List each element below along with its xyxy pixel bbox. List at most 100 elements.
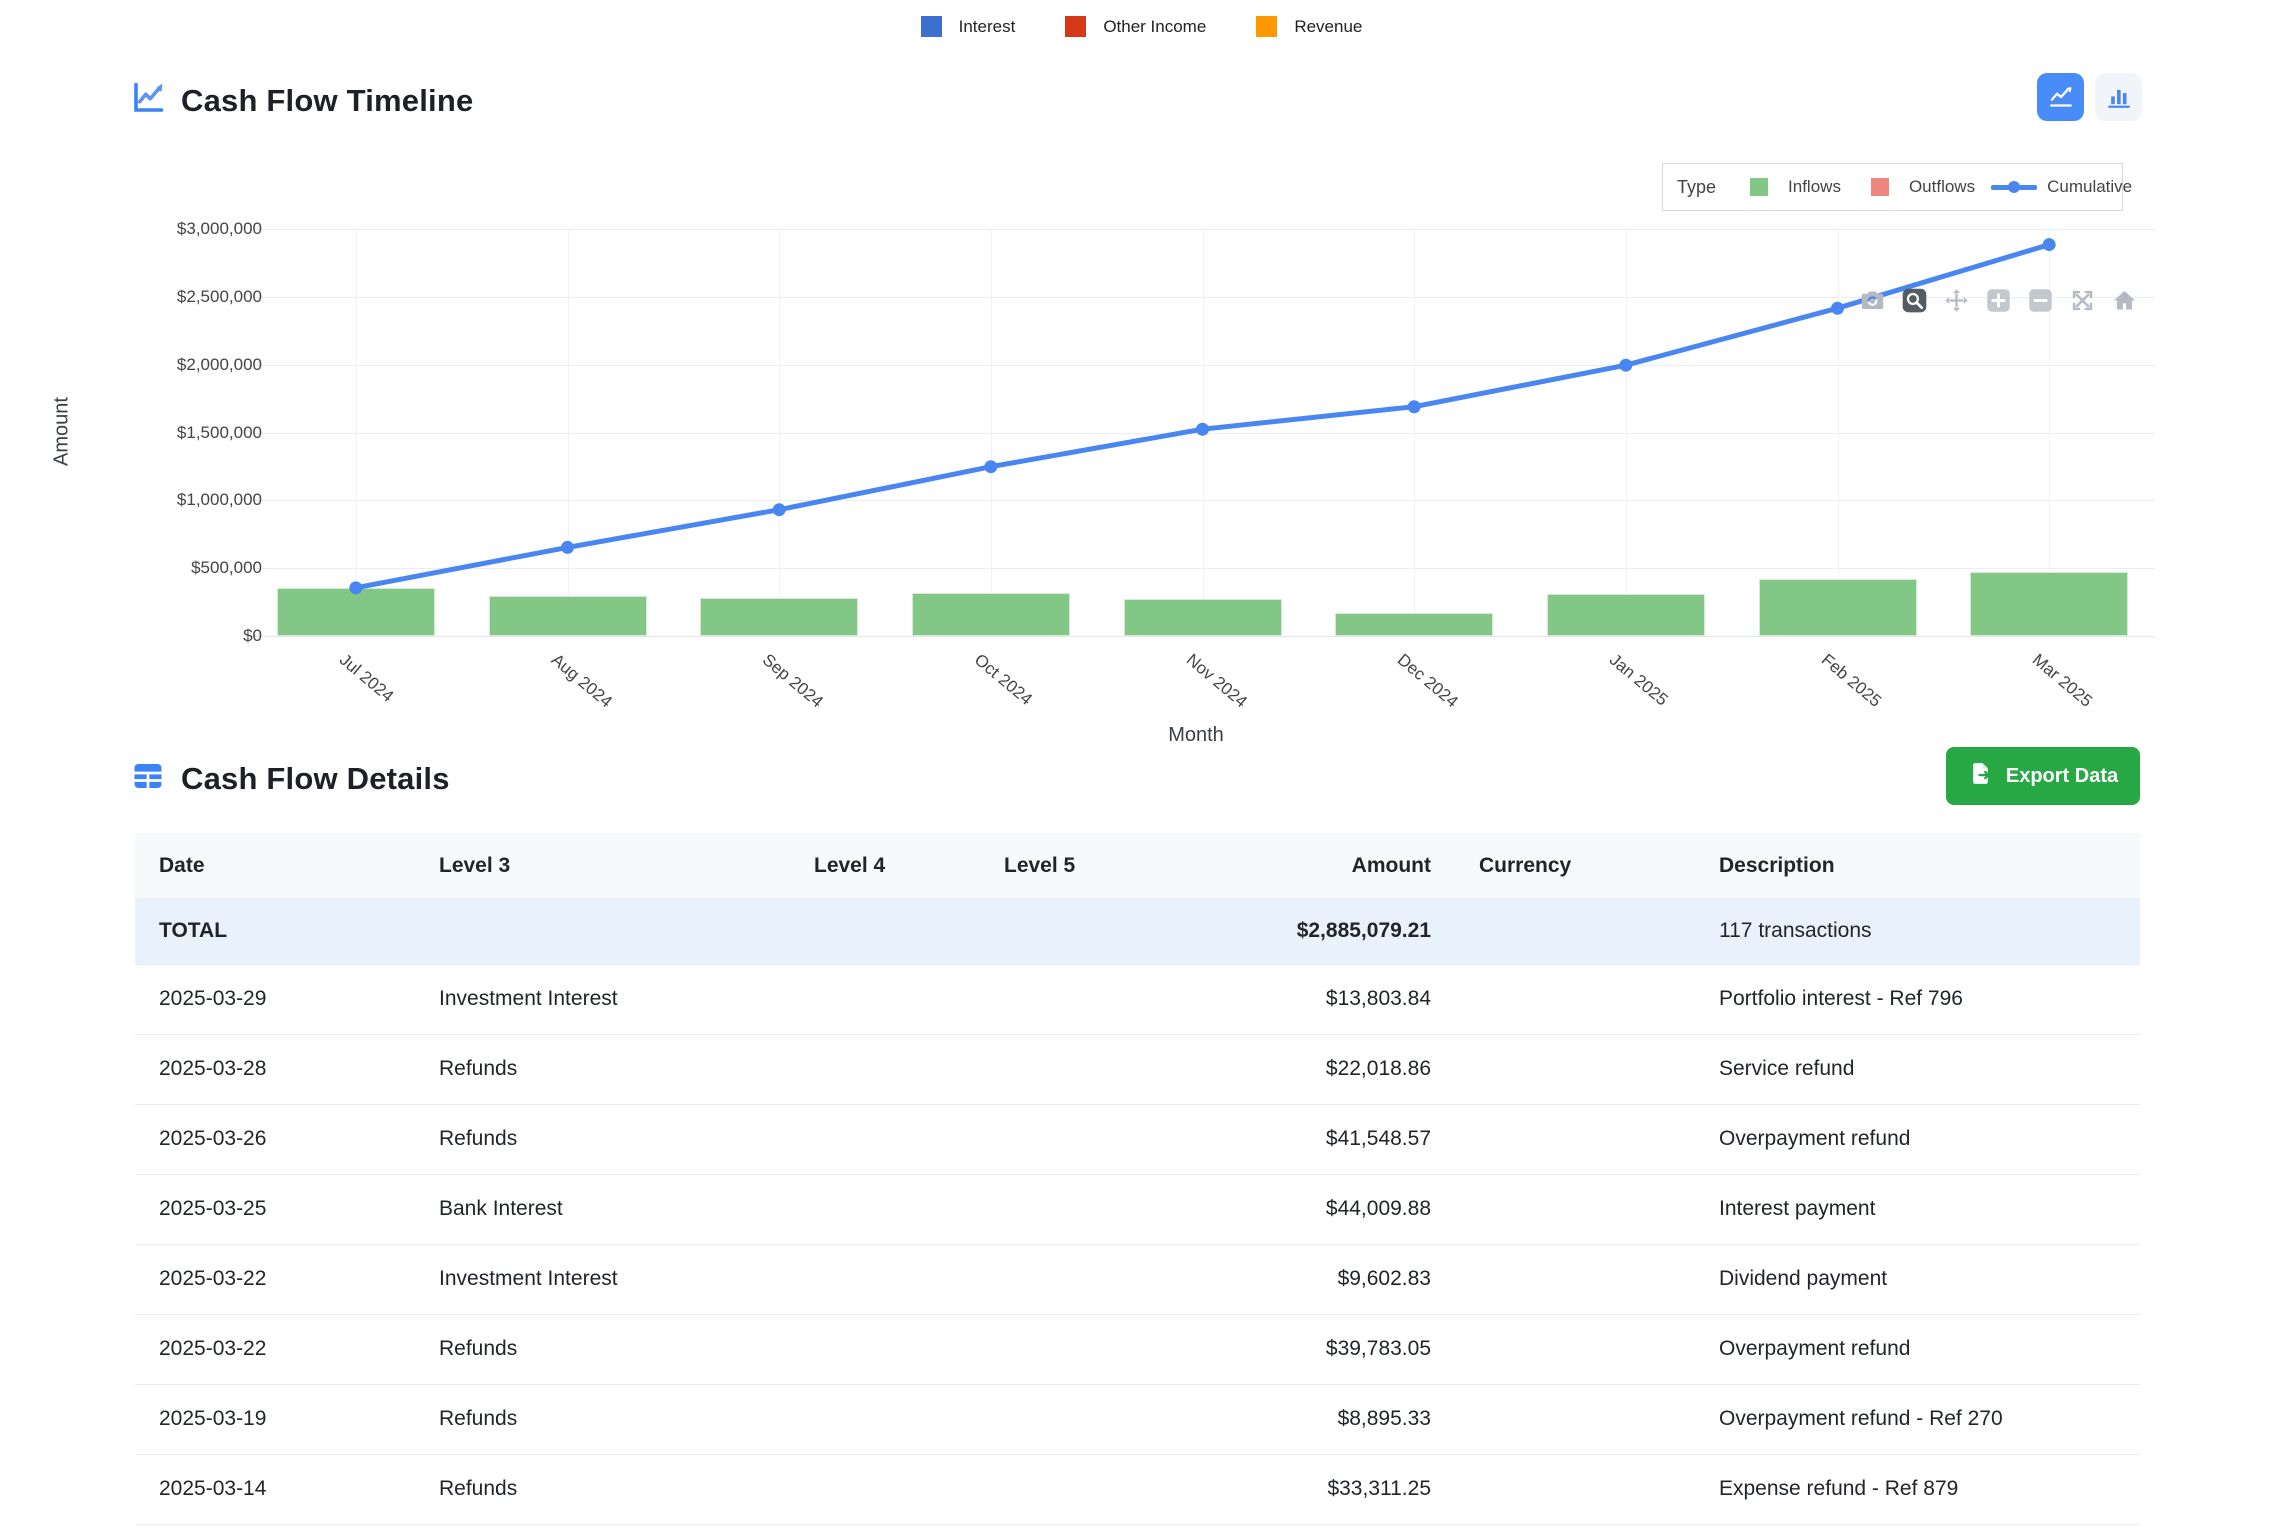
cell-level5 [980,1244,1196,1314]
v-gridline [568,229,569,636]
legend-item-outflows[interactable]: Outflows [1871,177,1975,197]
x-tick-label: Dec 2024 [1393,650,1462,712]
cell-amount: $44,009.88 [1196,1174,1455,1244]
legend-label: Other Income [1103,17,1206,37]
table-row: 2025-03-22Investment Interest$9,602.83Di… [135,1244,2140,1314]
export-button-label: Export Data [2006,765,2118,788]
cell-level3: Bank Interest [415,1174,790,1244]
v-gridline [1838,229,1839,636]
legend-item-cumulative[interactable]: Cumulative [1991,177,2132,197]
cell-description: Overpayment refund [1695,1314,2140,1384]
cell-level3: Refunds [415,1104,790,1174]
legend-item-interest: Interest [921,16,1016,37]
cash-flow-chart: Amount Month Type Inflows Outflows Cumul… [0,130,2283,755]
cell-currency [1455,1384,1695,1454]
legend-item-revenue: Revenue [1256,16,1362,37]
cell-level5 [980,1384,1196,1454]
legend-label: Outflows [1909,177,1975,197]
v-gridline [1203,229,1204,636]
inflows-swatch-icon [1750,178,1768,196]
cell-amount: $13,803.84 [1196,964,1455,1034]
x-tick-label: Feb 2025 [1817,650,1885,712]
pan-icon[interactable] [1942,286,1971,315]
reset-home-icon[interactable] [2110,286,2139,315]
bar-chart-toggle-button[interactable] [2095,73,2142,121]
chart-type-toggle-group [2037,73,2142,121]
table-row: 2025-03-22Refunds$39,783.05Overpayment r… [135,1314,2140,1384]
x-tick-label: Jul 2024 [335,650,397,707]
cell-amount: $8,895.33 [1196,1384,1455,1454]
col-header-level5: Level 5 [980,833,1196,898]
cell-description: Overpayment refund - Ref 270 [1695,1384,2140,1454]
table-header-row: Date Level 3 Level 4 Level 5 Amount Curr… [135,833,2140,898]
timeline-section-header: Cash Flow Timeline [130,80,473,121]
timeline-title: Cash Flow Timeline [181,83,473,119]
chart-modebar [1858,286,2139,315]
inflow-bar [1124,599,1282,636]
cumulative-line-icon [1991,185,2037,190]
zoom-box-icon[interactable] [1900,286,1929,315]
x-tick-label: Jan 2025 [1605,650,1671,710]
inflow-bar [1970,572,2128,636]
cell-level4 [790,1384,980,1454]
table-row: 2025-03-19Refunds$8,895.33Overpayment re… [135,1384,2140,1454]
legend-label: Interest [959,17,1016,37]
cell-description: Expense refund - Ref 879 [1695,1454,2140,1524]
chart-legend-box: Type Inflows Outflows Cumulative [1662,163,2123,211]
inflow-bar [1759,579,1917,636]
h-gridline [250,636,2155,637]
cell-level3: Refunds [415,1034,790,1104]
revenue-swatch-icon [1256,16,1277,37]
legend-label: Cumulative [2047,177,2132,197]
export-data-button[interactable]: Export Data [1946,747,2140,805]
table-total-row: TOTAL $2,885,079.21 117 transactions [135,898,2140,964]
cell-level4 [790,1314,980,1384]
cell-level3: Refunds [415,1314,790,1384]
autoscale-icon[interactable] [2068,286,2097,315]
zoom-out-icon[interactable] [2026,286,2055,315]
cash-flow-details-table: Date Level 3 Level 4 Level 5 Amount Curr… [135,833,2140,1525]
cell-description: Overpayment refund [1695,1104,2140,1174]
inflow-bar [489,596,647,636]
legend-label: Revenue [1294,17,1362,37]
top-chart-legend: Interest Other Income Revenue [0,16,2283,37]
inflow-bar [912,593,1070,636]
cell-level3: Investment Interest [415,964,790,1034]
y-tick-label: $2,000,000 [0,355,262,375]
cell-amount: $41,548.57 [1196,1104,1455,1174]
cell-currency [1455,1244,1695,1314]
cell-description: Interest payment [1695,1174,2140,1244]
cell-level4 [790,1244,980,1314]
line-chart-toggle-button[interactable] [2037,73,2084,121]
x-axis-title: Month [1096,724,1296,747]
cell-level5 [980,1174,1196,1244]
camera-snapshot-icon[interactable] [1858,286,1887,315]
cell-level3: Refunds [415,1454,790,1524]
inflow-bar [1335,613,1493,636]
cell-description: Portfolio interest - Ref 796 [1695,964,2140,1034]
x-tick-label: Aug 2024 [547,650,616,712]
cell-currency [1455,1454,1695,1524]
col-header-description: Description [1695,833,2140,898]
cell-date: 2025-03-22 [135,1314,415,1384]
total-description: 117 transactions [1695,898,2140,964]
total-label: TOTAL [135,898,415,964]
table-row: 2025-03-28Refunds$22,018.86Service refun… [135,1034,2140,1104]
table-body: TOTAL $2,885,079.21 117 transactions 202… [135,898,2140,1524]
interest-swatch-icon [921,16,942,37]
cell-date: 2025-03-22 [135,1244,415,1314]
v-gridline [779,229,780,636]
table-row: 2025-03-14Refunds$33,311.25Expense refun… [135,1454,2140,1524]
y-tick-label: $1,500,000 [0,423,262,443]
table-row: 2025-03-26Refunds$41,548.57Overpayment r… [135,1104,2140,1174]
legend-item-inflows[interactable]: Inflows [1750,177,1841,197]
cell-level3: Refunds [415,1384,790,1454]
cell-currency [1455,964,1695,1034]
y-tick-label: $0 [0,626,262,646]
cell-date: 2025-03-14 [135,1454,415,1524]
total-amount: $2,885,079.21 [1196,898,1455,964]
zoom-in-icon[interactable] [1984,286,2013,315]
line-chart-icon [130,80,166,121]
y-tick-label: $1,000,000 [0,490,262,510]
col-header-amount: Amount [1196,833,1455,898]
